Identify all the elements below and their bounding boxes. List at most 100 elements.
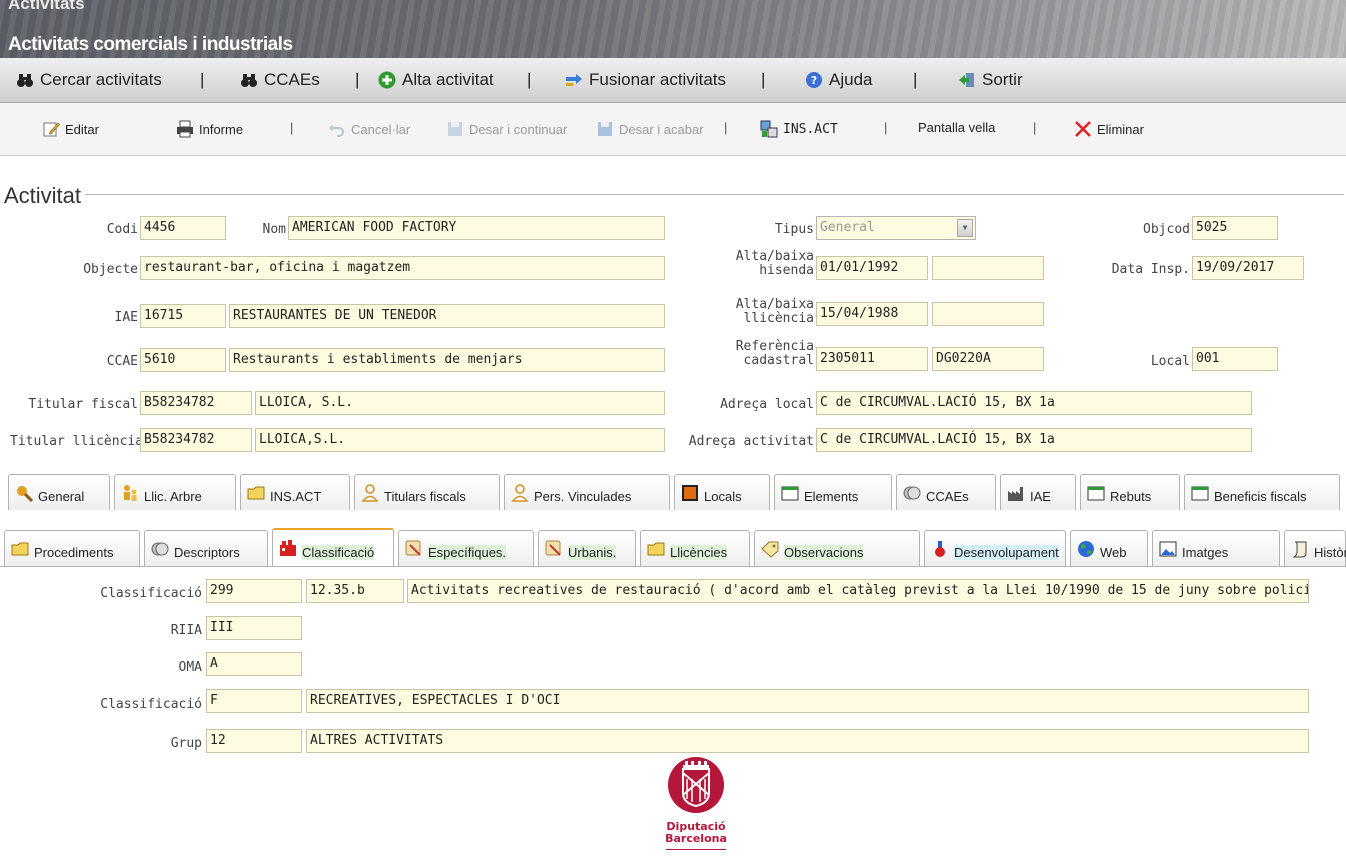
titular-fiscal-nif-field[interactable]: B58234782 — [140, 391, 252, 415]
oma-label: OMA — [178, 660, 202, 675]
logo-emblem-icon — [668, 757, 724, 813]
tab-web[interactable]: Web — [1070, 530, 1148, 566]
data-insp-label: Data Insp. — [1111, 262, 1190, 277]
objecte-field[interactable]: restaurant-bar, oficina i magatzem — [140, 256, 665, 280]
nom-field[interactable]: AMERICAN FOOD FACTORY — [288, 216, 665, 240]
iae-code-field[interactable]: 16715 — [140, 304, 226, 328]
local-field[interactable]: 001 — [1192, 347, 1278, 371]
iae-label: IAE — [114, 310, 138, 325]
help-icon: ? — [806, 72, 822, 88]
merge-icon — [566, 74, 582, 86]
tab-rebuts[interactable]: Rebuts — [1080, 474, 1180, 510]
titular-fiscal-name-field[interactable]: LLOICA, S.L. — [255, 391, 665, 415]
menu-help[interactable]: ? Ajuda — [805, 70, 872, 90]
tab-desenvolupament[interactable]: Desenvolupament — [924, 530, 1066, 566]
titular-fiscal-label: Titular fiscal — [28, 397, 138, 412]
tab-imatges[interactable]: Imatges — [1152, 530, 1280, 566]
tab-panel-border — [0, 566, 1346, 567]
objcod-label: Objcod — [1143, 222, 1190, 237]
adreca-local-field[interactable]: C de CIRCUMVAL.LACIÓ 15, BX 1a — [816, 391, 1252, 415]
tab-procediments[interactable]: Procediments — [4, 530, 140, 566]
general-icon — [17, 485, 33, 502]
tab-ccaes[interactable]: CCAEs — [896, 474, 996, 510]
binoculars-icon — [17, 74, 33, 87]
factory-icon — [1008, 486, 1023, 501]
menu-merge-activities[interactable]: Fusionar activitats — [565, 70, 726, 90]
tab-iae[interactable]: IAE — [1000, 474, 1076, 510]
grup-desc-field[interactable]: ALTRES ACTIVITATS — [306, 729, 1309, 753]
classificacio-2-label: Classificació — [100, 697, 202, 712]
tag-icon — [761, 541, 779, 558]
cancel-button[interactable]: Cancel·lar — [328, 120, 410, 138]
ref-cadastral-2-field[interactable]: DG0220A — [932, 347, 1044, 371]
save-finish-button[interactable]: Desar i acabar — [596, 120, 704, 138]
tab-observacions[interactable]: Observacions — [754, 530, 920, 566]
ccae-code-field[interactable]: 5610 — [140, 348, 226, 372]
alta-llicencia-field[interactable]: 15/04/1988 — [816, 302, 928, 326]
menu-separator: | — [913, 70, 918, 89]
tipus-select[interactable]: General ▼ — [816, 216, 976, 240]
titular-llicencia-nif-field[interactable]: B58234782 — [140, 428, 252, 452]
scroll-icon — [1292, 541, 1307, 557]
menu-separator: | — [355, 70, 360, 89]
classificacio-desc-field[interactable]: Activitats recreatives de restauració ( … — [407, 579, 1309, 603]
tab-beneficis-fiscals[interactable]: Beneficis fiscals — [1184, 474, 1340, 510]
adreca-activitat-field[interactable]: C de CIRCUMVAL.LACIÓ 15, BX 1a — [816, 428, 1252, 452]
alta-hisenda-label: Alta/baixa hisenda — [735, 249, 814, 278]
save-icon — [448, 122, 462, 136]
delete-button[interactable]: Eliminar — [1074, 120, 1144, 138]
menu-ccaes[interactable]: CCAEs — [240, 70, 320, 90]
menu-search-activities[interactable]: Cercar activitats — [16, 70, 162, 90]
save-continue-button[interactable]: Desar i continuar — [446, 120, 567, 138]
inspection-icon — [760, 120, 778, 138]
tab-descriptors[interactable]: Descriptors — [144, 530, 268, 566]
alta-hisenda-field[interactable]: 01/01/1992 — [816, 256, 928, 280]
building-icon — [682, 484, 698, 501]
grup-code-field[interactable]: 12 — [206, 729, 302, 753]
tab-titulars-fiscals[interactable]: Titulars fiscals — [354, 474, 500, 510]
tab-general[interactable]: General — [8, 474, 110, 510]
titular-llicencia-name-field[interactable]: LLOICA,S.L. — [255, 428, 665, 452]
riia-field[interactable]: III — [206, 616, 302, 640]
objcod-field[interactable]: 5025 — [1192, 216, 1278, 240]
app-header: Activitats Activitats comercials i indus… — [0, 0, 1346, 58]
tab-llic-arbre[interactable]: Llic. Arbre — [114, 474, 236, 510]
objecte-label: Objecte — [83, 262, 138, 277]
insact-button[interactable]: INS.ACT — [760, 120, 838, 138]
tab-llicencies[interactable]: Llicències — [640, 530, 750, 566]
classificacio-num-field[interactable]: 12.35.b — [306, 579, 404, 603]
edit-button[interactable]: Editar — [42, 120, 99, 138]
tab-especifiques[interactable]: Específiques. — [398, 530, 534, 566]
classificacio-2-code-field[interactable]: F — [206, 689, 302, 713]
report-button[interactable]: Informe — [176, 120, 243, 138]
tab-elements[interactable]: Elements — [774, 474, 892, 510]
menu-new-activity[interactable]: Alta activitat — [378, 70, 494, 90]
iae-desc-field[interactable]: RESTAURANTES DE UN TENEDOR — [229, 304, 665, 328]
classificacio-2-desc-field[interactable]: RECREATIVES, ESPECTACLES I D'OCI — [306, 689, 1309, 713]
data-insp-field[interactable]: 19/09/2017 — [1192, 256, 1304, 280]
classificacio-code-field[interactable]: 299 — [206, 579, 302, 603]
menu-exit[interactable]: Sortir — [958, 70, 1023, 90]
baixa-hisenda-field[interactable] — [932, 256, 1044, 280]
baixa-llicencia-field[interactable] — [932, 302, 1044, 326]
section-legend: Activitat — [4, 183, 86, 209]
old-screen-button[interactable]: Pantalla vella — [918, 120, 995, 135]
ref-cadastral-1-field[interactable]: 2305011 — [816, 347, 928, 371]
chevron-down-icon: ▼ — [957, 219, 973, 237]
edit-icon — [43, 122, 60, 137]
tab-classificacio[interactable]: Classificació — [272, 528, 394, 566]
ref-cadastral-label: Referència cadastral — [735, 339, 814, 368]
ccae-desc-field[interactable]: Restaurants i establiments de menjars — [229, 348, 665, 372]
tab-urbanis[interactable]: Urbanis. — [538, 530, 636, 566]
tab-pers-vinculades[interactable]: Pers. Vinculades — [504, 474, 670, 510]
binoculars-icon — [241, 74, 257, 87]
tab-locals[interactable]: Locals — [674, 474, 770, 510]
codi-field[interactable]: 4456 — [140, 216, 226, 240]
logo-underline — [666, 849, 726, 850]
oma-field[interactable]: A — [206, 652, 302, 676]
discs-icon — [151, 542, 169, 555]
tab-insact[interactable]: INS.ACT — [240, 474, 350, 510]
tab-historic[interactable]: Històric — [1284, 530, 1346, 566]
classification-icon — [280, 540, 296, 556]
globe-icon — [1078, 540, 1094, 557]
